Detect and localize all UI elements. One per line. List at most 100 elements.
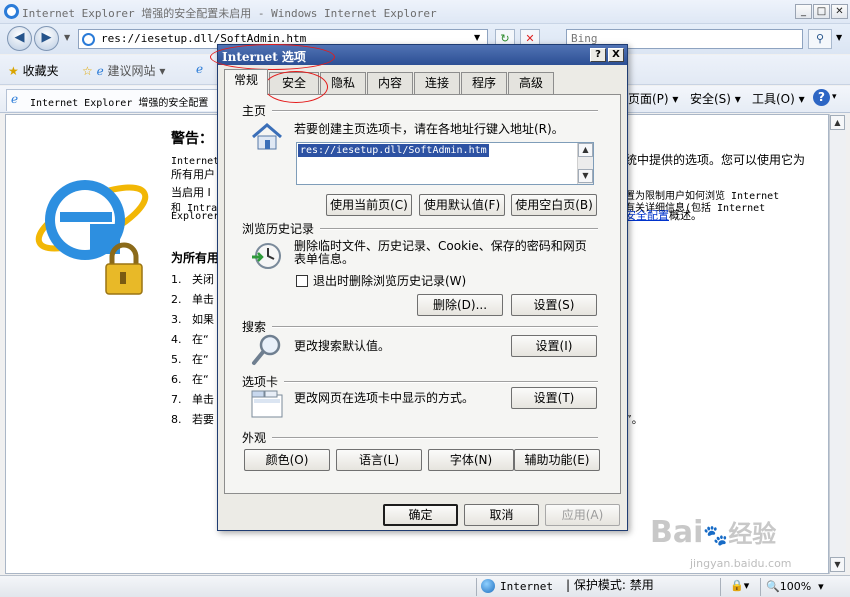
delete-on-exit-checkbox[interactable] bbox=[296, 275, 308, 287]
cancel-button[interactable]: 取消 bbox=[464, 504, 539, 526]
tabs-icon bbox=[250, 389, 284, 422]
scroll-up-icon[interactable]: ▲ bbox=[578, 143, 593, 157]
accessibility-button[interactable]: 辅助功能(E) bbox=[514, 449, 600, 471]
zone-label: Internet bbox=[500, 580, 553, 593]
tab-content[interactable]: 内容 bbox=[367, 72, 413, 94]
status-divider bbox=[720, 578, 721, 596]
back-button[interactable]: ◀ bbox=[7, 26, 32, 51]
list-item: 4. 在“ bbox=[171, 333, 209, 346]
tabs-settings-button[interactable]: 设置(T) bbox=[511, 387, 597, 409]
ie-lock-logo-icon bbox=[30, 148, 160, 295]
history-group-label: 浏览历史记录 bbox=[242, 222, 315, 236]
group-divider bbox=[272, 437, 598, 439]
apply-button[interactable]: 应用(A) bbox=[545, 504, 620, 526]
maximize-button[interactable]: □ bbox=[813, 4, 830, 19]
favorites-button[interactable]: ★ 收藏夹 bbox=[8, 62, 59, 79]
steps-list: 1. 关闭 2. 单击 3. 如果 4. 在“ 5. 在“ 6. 在“ 7. 单… bbox=[171, 273, 214, 433]
delete-on-exit-label[interactable]: 退出时删除浏览历史记录(W) bbox=[313, 275, 466, 288]
forward-button[interactable]: ▶ bbox=[34, 26, 59, 51]
tab-title: Internet Explorer 增强的安全配置 bbox=[30, 98, 209, 109]
protected-mode-label[interactable]: | 保护模式: 禁用 bbox=[566, 579, 654, 592]
globe-icon bbox=[481, 579, 495, 593]
watermark-url: jingyan.baidu.com bbox=[690, 557, 792, 570]
use-current-button[interactable]: 使用当前页(C) bbox=[326, 194, 412, 216]
scroll-up-icon[interactable]: ▲ bbox=[830, 115, 845, 130]
delete-history-button[interactable]: 删除(D)... bbox=[417, 294, 503, 316]
dialog-help-button[interactable]: ? bbox=[590, 48, 606, 62]
search-options-icon[interactable]: ▼ bbox=[836, 33, 842, 42]
suggested-sites-button[interactable]: ☆ ℯ 建议网站 ▾ bbox=[82, 62, 165, 79]
tools-menu-label: 工具(O) bbox=[752, 92, 795, 106]
safety-menu[interactable]: 安全(S) ▾ bbox=[690, 90, 741, 107]
group-divider bbox=[284, 381, 598, 383]
textarea-scrollbar[interactable]: ▲ ▼ bbox=[577, 143, 593, 184]
watermark-brand2: 经验 bbox=[728, 520, 777, 548]
status-divider bbox=[476, 578, 477, 596]
security-config-link[interactable]: 安全配置 bbox=[625, 209, 669, 222]
history-description-2: 表单信息。 bbox=[294, 252, 355, 266]
watermark-brand: Bai bbox=[650, 515, 704, 550]
star-icon: ★ bbox=[8, 64, 19, 78]
address-dropdown-icon[interactable]: ▼ bbox=[474, 33, 480, 42]
homepage-url-textarea[interactable]: res://iesetup.dll/SoftAdmin.htm ▲ ▼ bbox=[296, 142, 594, 185]
page-line-5-after: 概述。 bbox=[669, 209, 702, 222]
history-settings-button[interactable]: 设置(S) bbox=[511, 294, 597, 316]
help-dropdown-icon[interactable]: ▾ bbox=[832, 92, 837, 102]
list-item: 8. 若要 bbox=[171, 413, 214, 426]
list-item: 1. 关闭 bbox=[171, 273, 214, 286]
appearance-group-label: 外观 bbox=[242, 431, 267, 445]
search-icon[interactable]: ⚲ bbox=[808, 29, 832, 49]
recent-pages-chevron-icon[interactable]: ▼ bbox=[64, 33, 70, 42]
close-window-button[interactable]: ✕ bbox=[831, 4, 848, 19]
page-menu[interactable]: 页面(P) ▾ bbox=[628, 90, 678, 107]
warning-title: 警告： bbox=[171, 131, 213, 147]
section-heading: 为所有用 bbox=[171, 251, 220, 265]
minimize-button[interactable]: _ bbox=[795, 4, 812, 19]
add-favorite-icon: ☆ bbox=[82, 64, 93, 78]
history-clock-icon bbox=[250, 241, 284, 274]
use-default-button[interactable]: 使用默认值(F) bbox=[419, 194, 505, 216]
internet-options-dialog: Internet 选项 ? X 常规 安全 隐私 内容 连接 程序 高级 主页 … bbox=[217, 44, 628, 531]
page-line-1: Internet bbox=[171, 156, 220, 167]
homepage-group-label: 主页 bbox=[242, 104, 267, 118]
tabs-group-label: 选项卡 bbox=[242, 375, 279, 389]
dialog-close-button[interactable]: X bbox=[608, 48, 624, 62]
tools-menu[interactable]: 工具(O) ▾ bbox=[752, 90, 805, 107]
languages-button[interactable]: 语言(L) bbox=[336, 449, 422, 471]
page-icon bbox=[82, 33, 95, 46]
page-line-5-right: 安全配置概述。 bbox=[625, 209, 702, 222]
page-menu-label: 页面(P) bbox=[628, 92, 669, 106]
watermark-logo: Bai🐾经验 bbox=[650, 514, 776, 550]
page-line-2: 所有用户 bbox=[171, 168, 215, 181]
tab-connections[interactable]: 连接 bbox=[414, 72, 460, 94]
zoom-control[interactable]: 🔍100% ▾ bbox=[766, 580, 824, 593]
ok-button[interactable]: 确定 bbox=[383, 504, 458, 526]
web-slice-icon[interactable]: ℯ bbox=[196, 62, 203, 76]
page-line-5: Explorer bbox=[171, 211, 220, 222]
homepage-description: 若要创建主页选项卡，请在各地址行键入地址(R)。 bbox=[294, 122, 564, 136]
status-bar bbox=[0, 575, 850, 597]
list-item: 6. 在“ bbox=[171, 373, 209, 386]
favorites-label: 收藏夹 bbox=[22, 64, 59, 78]
tab-advanced[interactable]: 高级 bbox=[508, 72, 554, 94]
home-icon bbox=[250, 122, 284, 155]
safety-menu-label: 安全(S) bbox=[690, 92, 731, 106]
help-icon[interactable]: ? bbox=[813, 89, 830, 106]
paw-icon: 🐾 bbox=[703, 523, 729, 547]
magnifier-icon bbox=[250, 333, 284, 370]
use-blank-button[interactable]: 使用空白页(B) bbox=[511, 194, 597, 216]
scroll-down-icon[interactable]: ▼ bbox=[578, 169, 593, 183]
tab-general[interactable]: 常规 bbox=[224, 69, 268, 95]
protected-mode-text: 保护模式: 禁用 bbox=[573, 578, 654, 592]
list-item: 3. 如果 bbox=[171, 313, 214, 326]
vertical-scrollbar[interactable]: ▲ ▼ bbox=[829, 114, 846, 574]
search-settings-button[interactable]: 设置(I) bbox=[511, 335, 597, 357]
tab-programs[interactable]: 程序 bbox=[461, 72, 507, 94]
group-divider bbox=[272, 110, 598, 112]
scroll-down-icon[interactable]: ▼ bbox=[830, 557, 845, 572]
security-zone-icon[interactable]: 🔒▾ bbox=[730, 579, 749, 592]
list-item: 2. 单击 bbox=[171, 293, 214, 306]
tabs-description: 更改网页在选项卡中显示的方式。 bbox=[294, 391, 475, 405]
colors-button[interactable]: 颜色(O) bbox=[244, 449, 330, 471]
fonts-button[interactable]: 字体(N) bbox=[428, 449, 514, 471]
